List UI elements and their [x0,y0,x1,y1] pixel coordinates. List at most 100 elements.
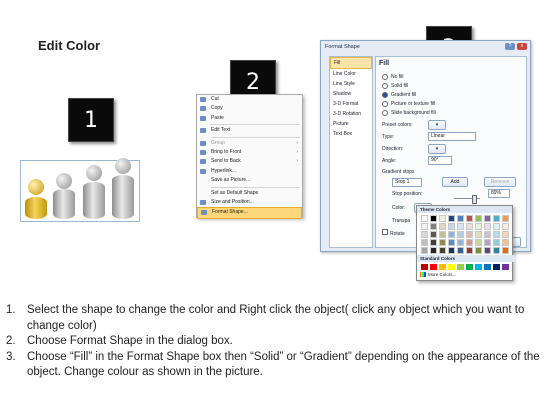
color-swatch[interactable] [502,264,509,270]
grey-cylinder-shape[interactable] [83,182,105,219]
color-swatch[interactable] [430,239,437,246]
color-swatch[interactable] [448,223,455,230]
color-swatch[interactable] [448,215,455,222]
preset-colors-dropdown[interactable]: ▾ [428,120,446,130]
gold-ball-shape[interactable] [28,179,44,195]
stop-position-input[interactable]: 89% [488,189,510,198]
angle-input[interactable]: 90° [428,156,452,165]
color-swatch[interactable] [421,223,428,230]
color-swatch[interactable] [457,223,464,230]
color-swatch[interactable] [493,247,500,254]
color-swatch[interactable] [439,215,446,222]
color-swatch[interactable] [466,264,473,270]
color-swatch[interactable] [502,239,509,246]
menu-item-save-as-picture[interactable]: Save as Picture... [197,176,302,185]
color-swatch[interactable] [421,231,428,238]
menu-item-format-shape[interactable]: Format Shape... [197,207,302,219]
stop-select[interactable]: Stop 1 [392,178,422,187]
rotate-with-shape-checkbox[interactable]: Rotate [382,229,405,237]
menu-item-cut[interactable]: Cut [197,95,302,104]
type-select[interactable]: Linear [428,132,476,141]
color-swatch[interactable] [484,223,491,230]
cylinder-shapes-selection[interactable] [20,158,140,222]
color-swatch[interactable] [430,215,437,222]
radio-gradient-fill[interactable]: Gradient fill [382,92,416,98]
color-swatch[interactable] [439,223,446,230]
menu-item-edit-text[interactable]: Edit Text [197,126,302,135]
color-swatch[interactable] [439,231,446,238]
color-swatch[interactable] [457,215,464,222]
direction-dropdown[interactable]: ▾ [428,144,446,154]
color-swatch[interactable] [484,231,491,238]
grey-cylinder-shape[interactable] [53,189,75,219]
color-swatch[interactable] [457,239,464,246]
nav-item-text-box[interactable]: Text Box [330,129,372,139]
help-button[interactable]: ? [505,43,515,50]
color-swatch[interactable] [457,231,464,238]
color-swatch[interactable] [475,223,482,230]
color-swatch[interactable] [475,231,482,238]
radio-no-fill[interactable]: No fill [382,74,404,80]
color-swatch[interactable] [457,247,464,254]
more-colors-button[interactable]: More Colors... [420,272,456,278]
menu-item-bring-to-front[interactable]: Bring to Front › [197,148,302,157]
color-swatch[interactable] [448,231,455,238]
color-swatch[interactable] [493,215,500,222]
color-swatch[interactable] [475,264,482,270]
add-stop-button[interactable]: Add [442,177,468,187]
nav-item-3d-format[interactable]: 3-D Format [330,99,372,109]
color-swatch[interactable] [493,264,500,270]
color-swatch[interactable] [475,215,482,222]
color-swatch[interactable] [475,239,482,246]
color-swatch[interactable] [439,264,446,270]
close-icon[interactable]: x [517,43,527,50]
nav-item-shadow[interactable]: Shadow [330,89,372,99]
menu-item-paste[interactable]: Paste [197,114,302,123]
grey-cylinder-shape[interactable] [112,175,134,219]
color-swatch[interactable] [466,231,473,238]
color-swatch[interactable] [448,247,455,254]
color-swatch[interactable] [421,264,428,270]
color-swatch[interactable] [502,215,509,222]
gold-cylinder-shape[interactable] [25,197,47,219]
color-swatch[interactable] [439,239,446,246]
color-swatch[interactable] [430,231,437,238]
menu-item-send-to-back[interactable]: Send to Back › [197,157,302,166]
radio-solid-fill[interactable]: Solid fill [382,83,408,89]
color-swatch[interactable] [502,247,509,254]
stop-position-slider[interactable] [454,195,480,204]
grey-ball-shape[interactable] [56,173,72,189]
color-swatch[interactable] [484,215,491,222]
remove-stop-button[interactable]: Remove [484,177,516,187]
menu-item-group[interactable]: Group › [197,139,302,148]
grey-ball-shape[interactable] [115,158,131,174]
nav-item-picture[interactable]: Picture [330,119,372,129]
color-swatch[interactable] [421,247,428,254]
color-swatch[interactable] [430,247,437,254]
color-swatch[interactable] [430,264,437,270]
color-swatch[interactable] [475,247,482,254]
color-swatch[interactable] [448,239,455,246]
color-swatch[interactable] [484,247,491,254]
nav-item-3d-rotation[interactable]: 3-D Rotation [330,109,372,119]
color-swatch[interactable] [421,239,428,246]
color-swatch[interactable] [493,239,500,246]
color-swatch[interactable] [466,247,473,254]
color-swatch[interactable] [466,239,473,246]
color-swatch[interactable] [439,247,446,254]
grey-ball-shape[interactable] [86,165,102,181]
nav-item-fill[interactable]: Fill [330,57,372,69]
menu-item-set-default-shape[interactable]: Set as Default Shape [197,189,302,198]
color-swatch[interactable] [484,264,491,270]
slider-thumb[interactable] [472,195,477,204]
menu-item-hyperlink[interactable]: Hyperlink... [197,167,302,176]
color-swatch[interactable] [466,215,473,222]
color-swatch[interactable] [502,231,509,238]
nav-item-line-color[interactable]: Line Color [330,69,372,79]
nav-item-line-style[interactable]: Line Style [330,79,372,89]
color-swatch[interactable] [493,223,500,230]
color-swatch[interactable] [502,223,509,230]
menu-item-copy[interactable]: Copy [197,104,302,113]
menu-item-size-position[interactable]: Size and Position... [197,198,302,207]
color-swatch[interactable] [448,264,455,270]
